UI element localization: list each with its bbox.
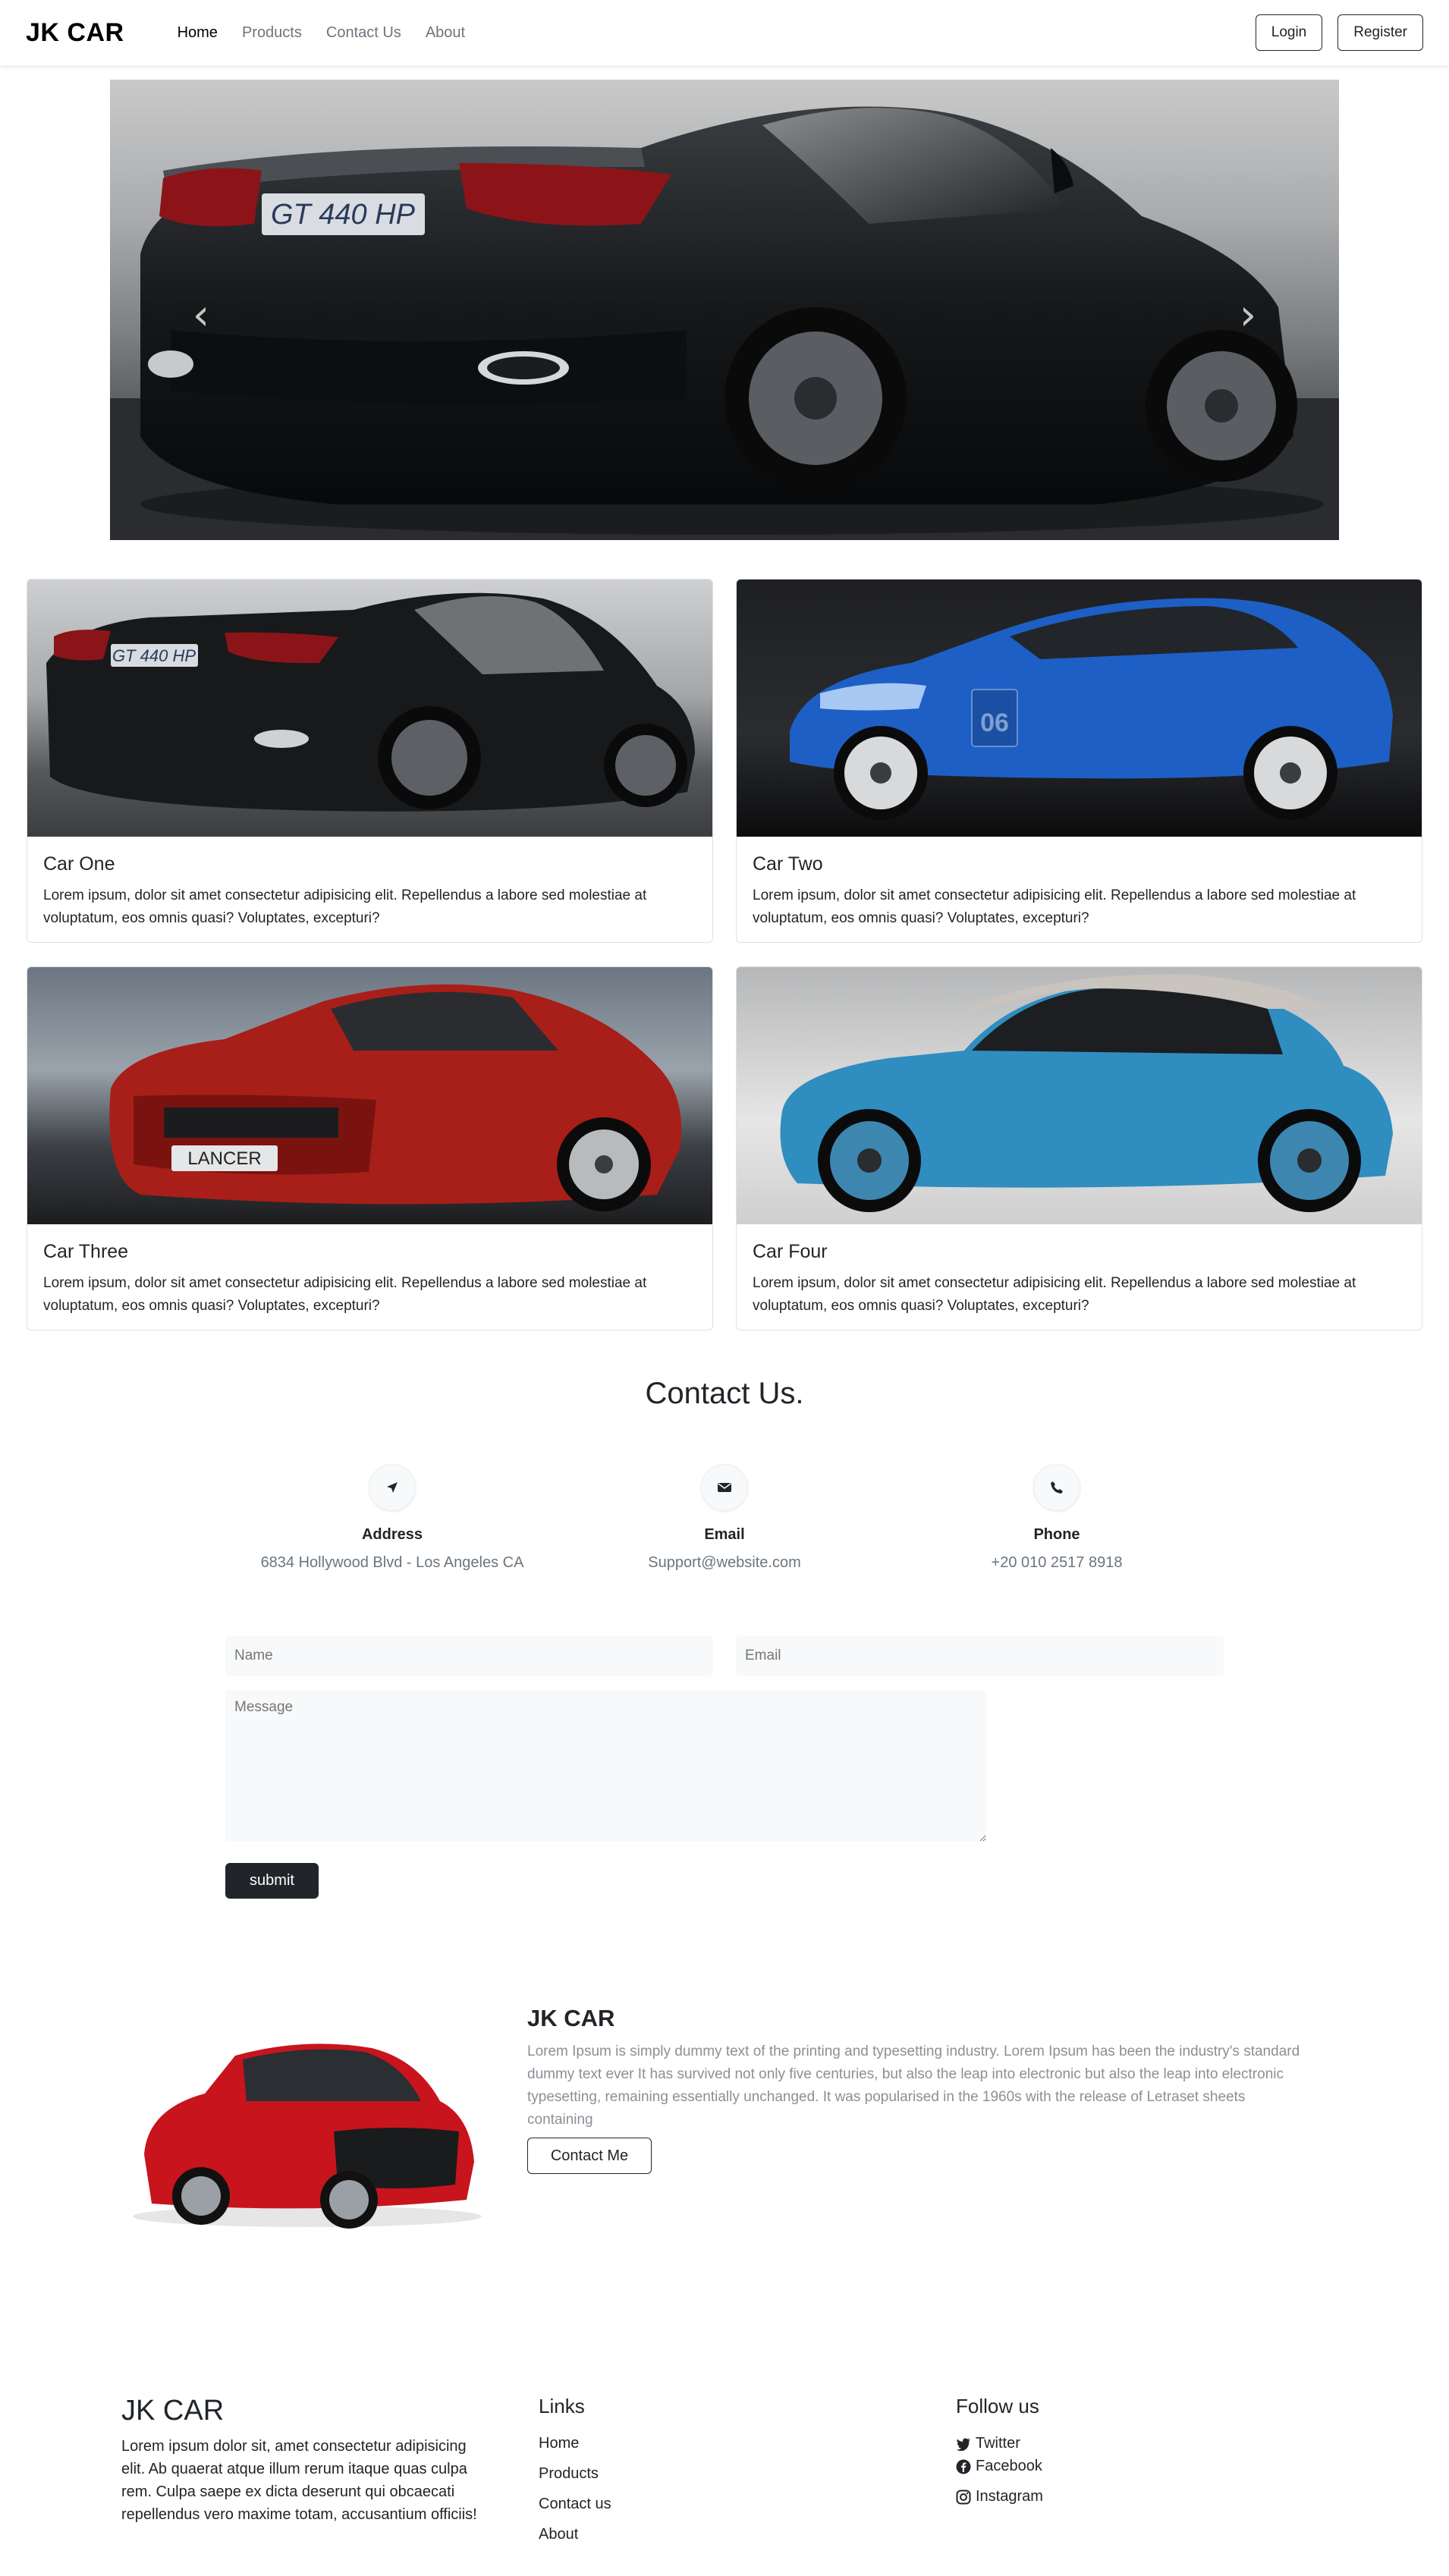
phone-icon <box>1033 1464 1080 1511</box>
nav-links: Home Products Contact Us About <box>178 24 466 42</box>
twitter-icon <box>956 2437 970 2451</box>
footer-brand: JK CAR <box>121 2395 225 2427</box>
about-text: Lorem Ipsum is simply dummy text of the … <box>527 2044 1300 2128</box>
footer-link-home[interactable]: Home <box>539 2435 579 2452</box>
social-instagram[interactable]: Instagram <box>956 2488 1043 2505</box>
location-arrow-icon <box>369 1464 416 1511</box>
about-title: JK CAR <box>527 2005 615 2031</box>
social-twitter[interactable]: Twitter <box>956 2435 1020 2452</box>
message-textarea[interactable] <box>225 1690 986 1842</box>
login-button[interactable]: Login <box>1255 14 1323 51</box>
nav-auth: Login Register <box>1255 14 1423 51</box>
contact-phone: Phone +20 010 2517 8918 <box>890 1464 1224 1572</box>
email-input[interactable] <box>736 1636 1224 1676</box>
nav-link-contact[interactable]: Contact Us <box>326 24 401 42</box>
contact-email: Email Support@website.com <box>558 1464 891 1572</box>
social-label: Facebook <box>976 2458 1042 2474</box>
car-one-license-plate: GT 440 HP <box>112 646 196 665</box>
card-title: Car Three <box>43 1241 129 1262</box>
hero-car-image: GT 440 HP <box>110 106 1339 540</box>
nav-link-about[interactable]: About <box>426 24 465 42</box>
social-facebook[interactable]: Facebook <box>956 2458 1042 2475</box>
nav-link-home[interactable]: Home <box>178 24 218 42</box>
contact-label: Phone <box>1033 1526 1080 1543</box>
product-card-car-one[interactable]: GT 440 HP Car One Lorem ipsum, dolor sit… <box>27 579 713 943</box>
facebook-icon <box>956 2459 971 2474</box>
product-card-car-two[interactable]: 06 Car Two Lorem ipsum, dolor sit amet c… <box>736 579 1422 943</box>
footer-link-about[interactable]: About <box>539 2526 578 2543</box>
submit-button[interactable]: submit <box>225 1863 319 1899</box>
name-input[interactable] <box>225 1636 713 1676</box>
card-title: Car One <box>43 853 115 875</box>
about-car-image <box>133 2044 482 2229</box>
card-text: Lorem ipsum, dolor sit amet consectetur … <box>43 887 647 926</box>
car-four-image <box>737 967 1422 1224</box>
instagram-icon <box>956 2490 971 2504</box>
envelope-icon <box>701 1464 748 1511</box>
car-two-race-number: 06 <box>980 708 1009 737</box>
car-three-image: LANCER <box>27 967 712 1224</box>
card-text: Lorem ipsum, dolor sit amet consectetur … <box>753 887 1356 926</box>
contact-address: Address 6834 Hollywood Blvd - Los Angele… <box>225 1464 559 1572</box>
footer-link-contact[interactable]: Contact us <box>539 2496 611 2513</box>
contact-value[interactable]: Support@website.com <box>558 1554 891 1572</box>
social-label: Instagram <box>976 2488 1043 2505</box>
product-card-car-three[interactable]: LANCER Car Three Lorem ipsum, dolor sit … <box>27 966 713 1330</box>
card-text: Lorem ipsum, dolor sit amet consectetur … <box>43 1275 647 1314</box>
social-label: Twitter <box>976 2435 1020 2452</box>
card-text: Lorem ipsum, dolor sit amet consectetur … <box>753 1275 1356 1314</box>
card-title: Car Four <box>753 1241 828 1262</box>
footer-links-title: Links <box>539 2395 585 2417</box>
footer-follow-title: Follow us <box>956 2395 1039 2417</box>
car-one-image: GT 440 HP <box>27 580 712 837</box>
nav-link-products[interactable]: Products <box>242 24 302 42</box>
contact-value[interactable]: +20 010 2517 8918 <box>890 1554 1224 1572</box>
contact-value: 6834 Hollywood Blvd - Los Angeles CA <box>260 1554 524 1571</box>
brand-logo[interactable]: JK CAR <box>26 18 124 48</box>
contact-section-title: Contact Us. <box>645 1377 804 1410</box>
car-three-license-plate: LANCER <box>187 1148 261 1169</box>
hero-license-plate: GT 440 HP <box>271 199 416 231</box>
contact-me-button[interactable]: Contact Me <box>527 2138 652 2174</box>
product-card-car-four[interactable]: Car Four Lorem ipsum, dolor sit amet con… <box>736 966 1422 1330</box>
contact-label: Address <box>361 1526 423 1543</box>
car-two-image: 06 <box>737 580 1422 837</box>
card-title: Car Two <box>753 853 823 875</box>
contact-label: Email <box>704 1526 745 1543</box>
footer-link-products[interactable]: Products <box>539 2465 599 2483</box>
navbar: JK CAR Home Products Contact Us About Lo… <box>0 0 1449 65</box>
carousel-prev-icon[interactable]: ‹ <box>178 284 224 345</box>
register-button[interactable]: Register <box>1337 14 1423 51</box>
footer-text: Lorem ipsum dolor sit, amet consectetur … <box>121 2438 477 2523</box>
carousel-next-icon[interactable]: › <box>1225 284 1271 345</box>
hero-carousel: GT 440 HP ‹ › <box>110 80 1339 540</box>
